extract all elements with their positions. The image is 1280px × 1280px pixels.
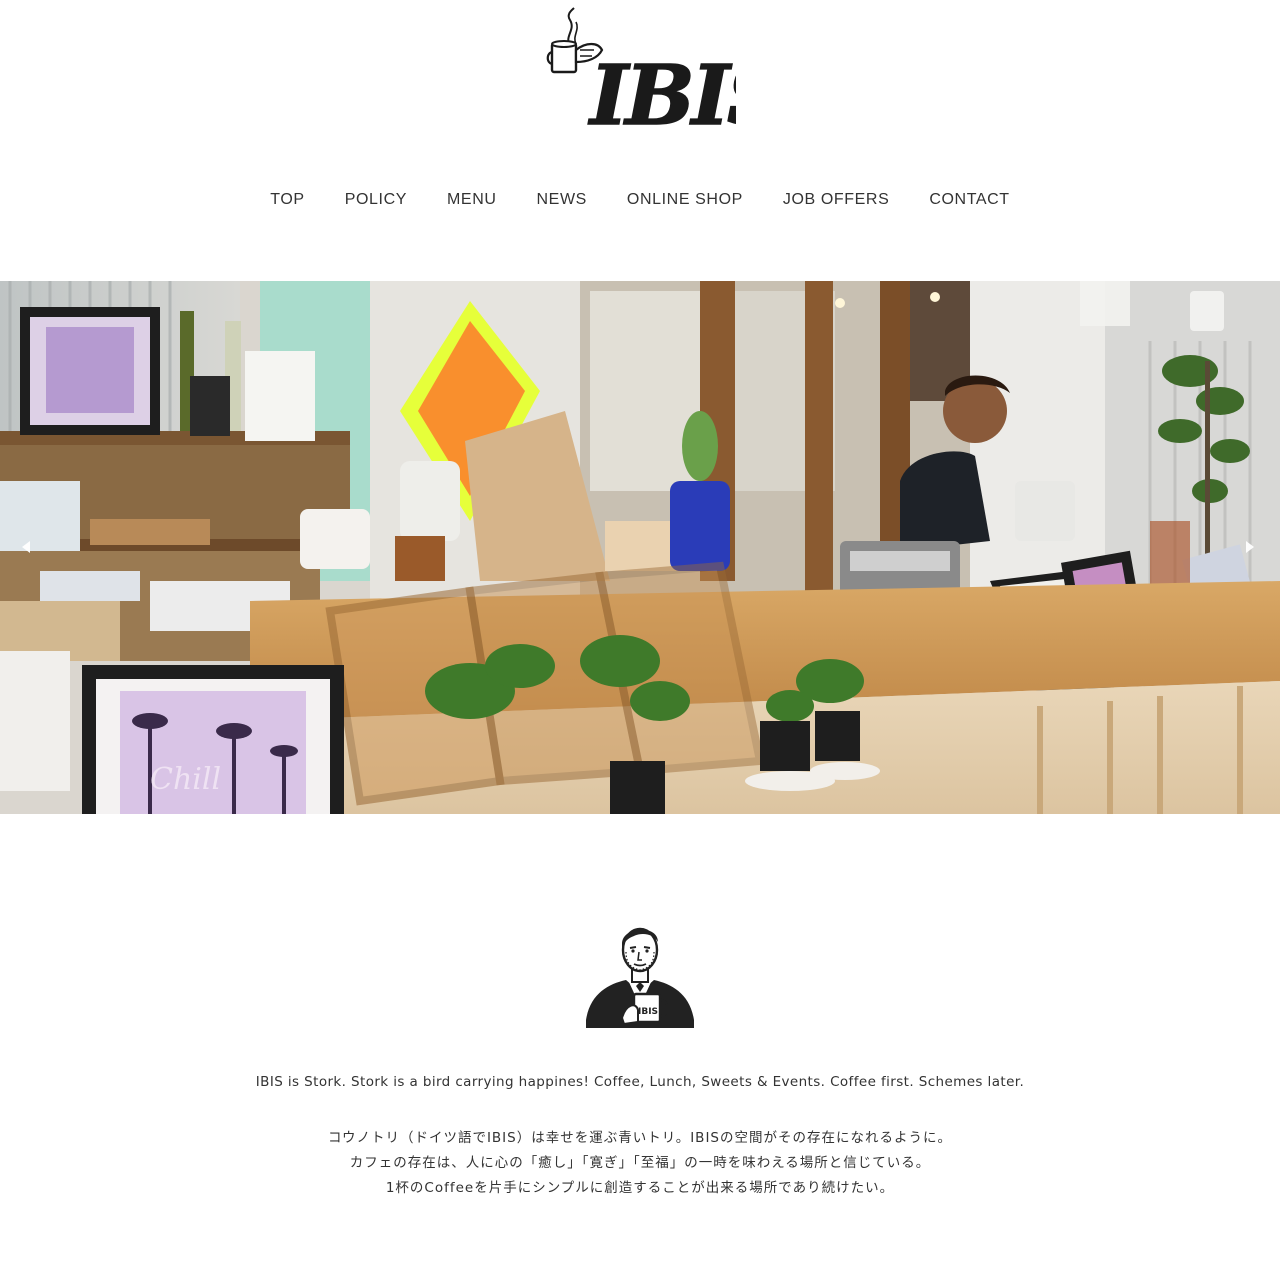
intro-text: コウノトリ（ドイツ語でIBIS）は幸せを運ぶ青いトリ。IBISの空間がその存在に… xyxy=(0,1126,1280,1201)
ibis-logo-graphic: IBIS xyxy=(546,7,736,138)
cafe-interior-photo: Chill xyxy=(0,281,1280,814)
intro-line: カフェの存在は、人に心の「癒し」「寛ぎ」「至福」の一時を味わえる場所と信じている… xyxy=(349,1155,931,1171)
main-nav: TOP POLICY MENU NEWS ONLINE SHOP JOB OFF… xyxy=(0,186,1280,214)
nav-item-menu[interactable]: MENU xyxy=(427,186,517,214)
site-logo[interactable]: IBIS xyxy=(546,6,736,138)
logo-lettering: IBIS xyxy=(588,48,736,138)
photo-frame-text: Chill xyxy=(150,762,221,797)
slider-prev-button[interactable] xyxy=(16,537,36,557)
nav-item-job-offers[interactable]: JOB OFFERS xyxy=(763,186,909,214)
intro-line: コウノトリ（ドイツ語でIBIS）は幸せを運ぶ青いトリ。IBISの空間がその存在に… xyxy=(327,1130,952,1146)
nav-item-top[interactable]: TOP xyxy=(250,186,324,214)
slider-next-button[interactable] xyxy=(1240,537,1260,557)
chevron-right-icon xyxy=(1246,541,1254,553)
nav-item-news[interactable]: NEWS xyxy=(517,186,607,214)
nav-item-policy[interactable]: POLICY xyxy=(325,186,427,214)
tagline-text: IBIS is Stork. Stork is a bird carrying … xyxy=(255,1074,1025,1090)
hero-slider: Chill xyxy=(0,281,1280,814)
nav-item-online-shop[interactable]: ONLINE SHOP xyxy=(607,186,763,214)
chevron-left-icon xyxy=(22,541,30,553)
man-with-mug-illustration: IBIS xyxy=(586,927,694,1028)
intro-line: 1杯のCoffeeを片手にシンプルに創造することが出来る場所であり続けたい。 xyxy=(385,1180,895,1196)
mascot-emblem: IBIS xyxy=(582,922,698,1032)
nav-item-contact[interactable]: CONTACT xyxy=(909,186,1029,214)
mug-label: IBIS xyxy=(638,1007,658,1017)
